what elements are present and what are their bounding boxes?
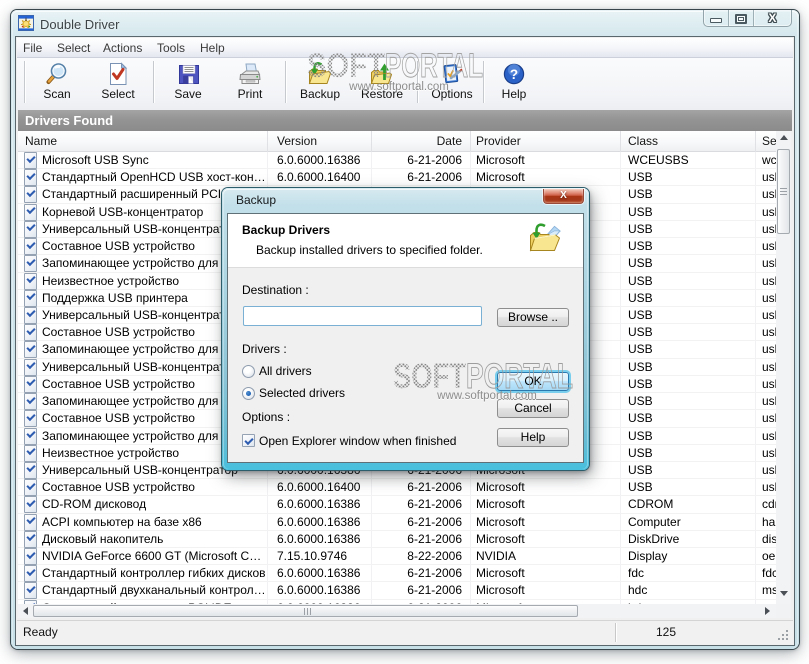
- svg-text:PORTAL: PORTAL: [385, 47, 483, 85]
- svg-text:www.softportal.com: www.softportal.com: [436, 390, 537, 402]
- svg-text:SOFT: SOFT: [307, 47, 385, 85]
- svg-text:www.softportal.com: www.softportal.com: [348, 81, 449, 93]
- svg-text:?: ?: [510, 67, 518, 82]
